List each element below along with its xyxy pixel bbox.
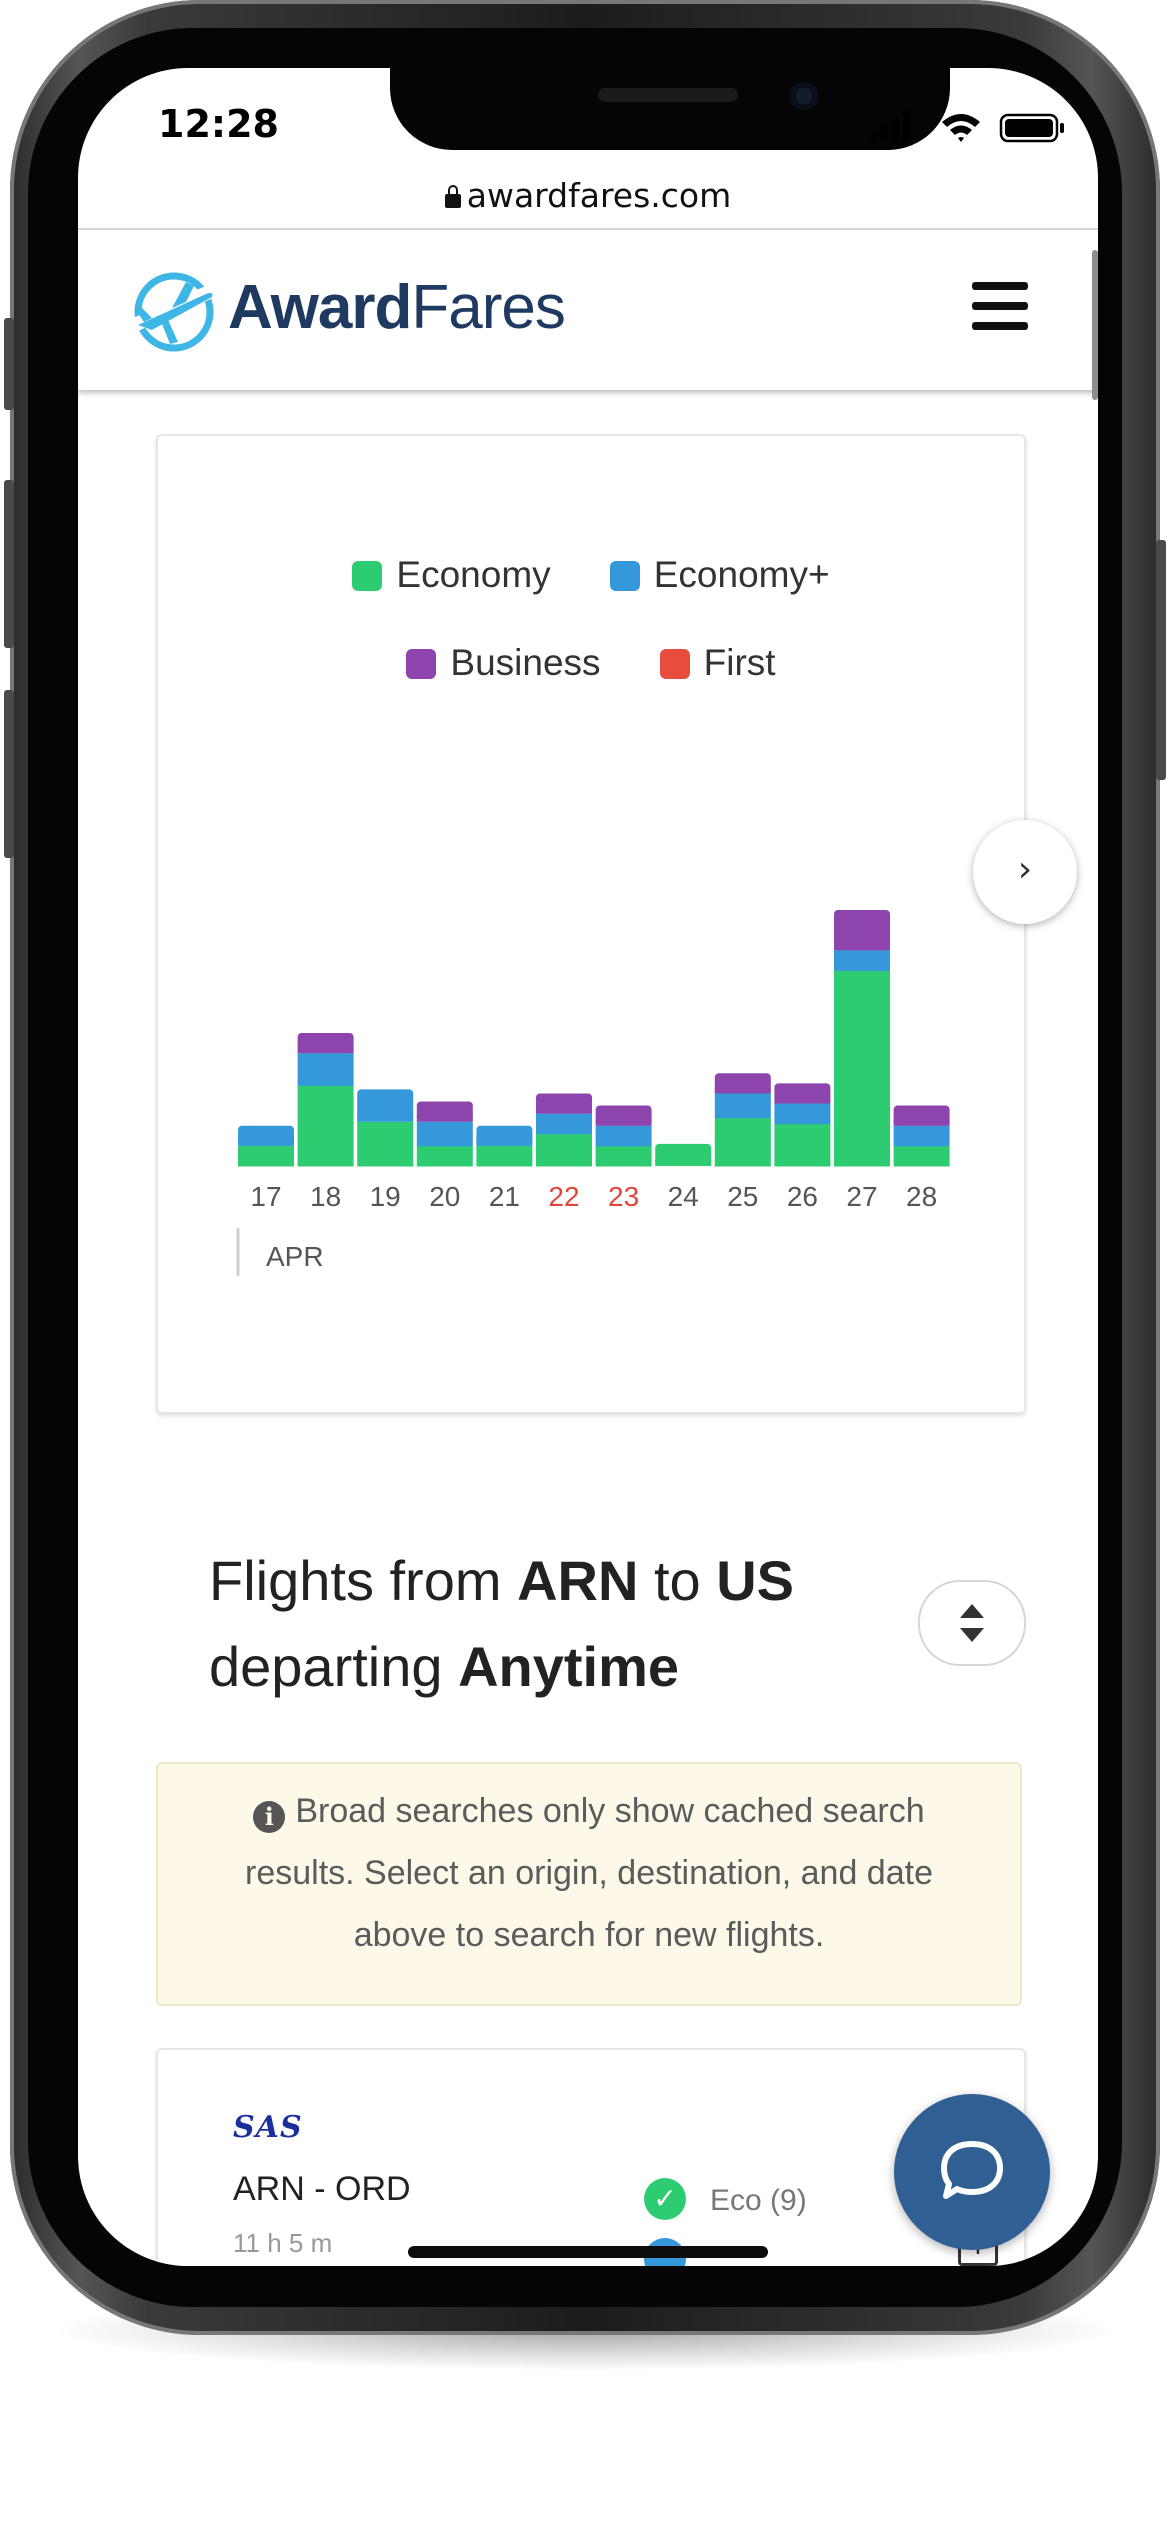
bar-22-economy-plus[interactable] bbox=[536, 1113, 592, 1135]
x-tick-label: 21 bbox=[489, 1181, 520, 1212]
bar-24-base bbox=[655, 1160, 712, 1166]
bar-27-business[interactable] bbox=[834, 910, 890, 951]
bar-23-economy-plus[interactable] bbox=[595, 1125, 652, 1147]
bar-23-base bbox=[595, 1119, 652, 1126]
scrollbar[interactable] bbox=[1092, 250, 1098, 400]
x-tick-label: 17 bbox=[250, 1181, 281, 1212]
bar-25-base bbox=[714, 1087, 771, 1094]
notch bbox=[390, 68, 950, 150]
brand-name-light: Fares bbox=[411, 273, 565, 342]
lock-icon bbox=[444, 185, 461, 208]
chevron-right-icon: › bbox=[1017, 849, 1033, 890]
bar-27-economy[interactable] bbox=[834, 970, 890, 1167]
sort-icon bbox=[960, 1604, 984, 1642]
bar-20-economy[interactable] bbox=[416, 1145, 473, 1167]
availability-chart-card: Economy Economy+ Business First 17 18 19 20… bbox=[156, 434, 1026, 1414]
x-tick-label: 25 bbox=[727, 1181, 758, 1212]
bar-28-economy[interactable] bbox=[893, 1145, 950, 1167]
chat-bubble-icon bbox=[941, 2141, 1003, 2199]
chart-legend-row-1: Economy Economy+ bbox=[158, 554, 1024, 596]
bar-21-base bbox=[476, 1139, 533, 1146]
x-tick-label: 24 bbox=[668, 1181, 699, 1212]
legend-swatch-business bbox=[406, 649, 437, 679]
bar-17-economy[interactable] bbox=[238, 1145, 294, 1167]
flight-duration: 11 h 5 m bbox=[233, 2228, 333, 2258]
chat-support-button[interactable] bbox=[894, 2094, 1050, 2250]
check-icon: ✓ bbox=[644, 2178, 686, 2220]
month-label: APR bbox=[266, 1241, 324, 1272]
bar-21-economy[interactable] bbox=[476, 1145, 533, 1167]
bar-22-economy[interactable] bbox=[536, 1133, 592, 1167]
legend-economy-plus[interactable]: Economy+ bbox=[609, 554, 830, 595]
legend-first[interactable]: First bbox=[659, 642, 776, 683]
signal-icon bbox=[870, 109, 910, 142]
x-tick-label: 20 bbox=[429, 1181, 460, 1212]
bar-27-base bbox=[834, 944, 890, 951]
x-tick-label: 22 bbox=[548, 1181, 579, 1212]
legend-swatch-economy bbox=[352, 561, 383, 591]
bar-26-base bbox=[774, 1097, 831, 1104]
home-indicator bbox=[408, 2246, 768, 2258]
bar-25-economy-plus[interactable] bbox=[714, 1093, 771, 1119]
x-tick-label: 28 bbox=[906, 1181, 937, 1212]
x-tick-label: 19 bbox=[370, 1181, 401, 1212]
x-tick-label: 18 bbox=[310, 1181, 341, 1212]
bar-27-economy-plus[interactable] bbox=[834, 950, 890, 972]
airline-logo: SAS bbox=[233, 2110, 303, 2145]
legend-swatch-economy-plus bbox=[609, 561, 640, 591]
bar-26-economy-plus[interactable] bbox=[774, 1103, 831, 1125]
sort-button[interactable] bbox=[918, 1580, 1026, 1666]
bar-28-economy-plus[interactable] bbox=[893, 1125, 950, 1147]
bar-18-economy[interactable] bbox=[297, 1085, 354, 1167]
wifi-icon bbox=[942, 114, 980, 142]
flight-route: ARN - ORD bbox=[233, 2170, 411, 2208]
airplane-logo-icon bbox=[129, 272, 217, 352]
url-text: awardfares.com bbox=[466, 176, 732, 215]
volume-up-button bbox=[4, 480, 14, 648]
legend-business[interactable]: Business bbox=[406, 642, 601, 683]
browser-url-bar[interactable]: awardfares.com bbox=[78, 164, 1098, 230]
bar-18-economy-plus[interactable] bbox=[297, 1053, 354, 1086]
volume-down-button bbox=[4, 690, 14, 858]
x-tick-label: 26 bbox=[787, 1181, 818, 1212]
hamburger-menu-icon[interactable] bbox=[972, 282, 1028, 330]
bar-20-base bbox=[416, 1115, 473, 1122]
chart-legend-row-2: Business First bbox=[158, 642, 1024, 684]
bar-17-base bbox=[238, 1139, 294, 1146]
brand-wordmark[interactable]: AwardFares bbox=[228, 272, 566, 343]
cabin-availability: Eco (9) bbox=[710, 2184, 807, 2217]
legend-swatch-first bbox=[659, 649, 690, 679]
battery-icon bbox=[999, 113, 1064, 143]
brand-name-bold: Award bbox=[228, 273, 412, 342]
phone-screen: 12:28 awardfares.com AwardFares Economy … bbox=[78, 68, 1098, 2266]
speaker-grille bbox=[598, 88, 738, 102]
bar-18-base bbox=[297, 1047, 354, 1054]
cached-results-notice: i Broad searches only show cached search … bbox=[156, 1762, 1022, 2006]
silent-switch bbox=[4, 318, 14, 410]
legend-economy[interactable]: Economy bbox=[352, 554, 551, 595]
chart-next-button[interactable]: › bbox=[973, 820, 1077, 924]
x-tick-label: 23 bbox=[608, 1181, 639, 1212]
bar-28-base bbox=[893, 1119, 950, 1126]
status-icons bbox=[870, 109, 1064, 143]
power-button bbox=[1156, 540, 1166, 780]
bar-19-economy[interactable] bbox=[357, 1121, 414, 1167]
bar-26-economy[interactable] bbox=[774, 1123, 831, 1167]
bar-25-economy[interactable] bbox=[714, 1117, 771, 1167]
info-icon: i bbox=[253, 1801, 286, 1833]
x-tick-label: 27 bbox=[846, 1181, 877, 1212]
stacked-bar-chart: 17 18 19 20 21 22 23 24 25 26 27 28 APR bbox=[236, 910, 950, 1276]
front-camera bbox=[790, 82, 818, 110]
bar-19-base bbox=[357, 1115, 414, 1122]
bar-22-base bbox=[536, 1107, 592, 1114]
status-time: 12:28 bbox=[158, 102, 279, 146]
bar-20-economy-plus[interactable] bbox=[416, 1121, 473, 1147]
results-heading: Flights from ARN to US departing Anytime bbox=[209, 1549, 795, 1698]
bar-23-economy[interactable] bbox=[595, 1145, 652, 1167]
site-header: AwardFares bbox=[78, 230, 1098, 390]
